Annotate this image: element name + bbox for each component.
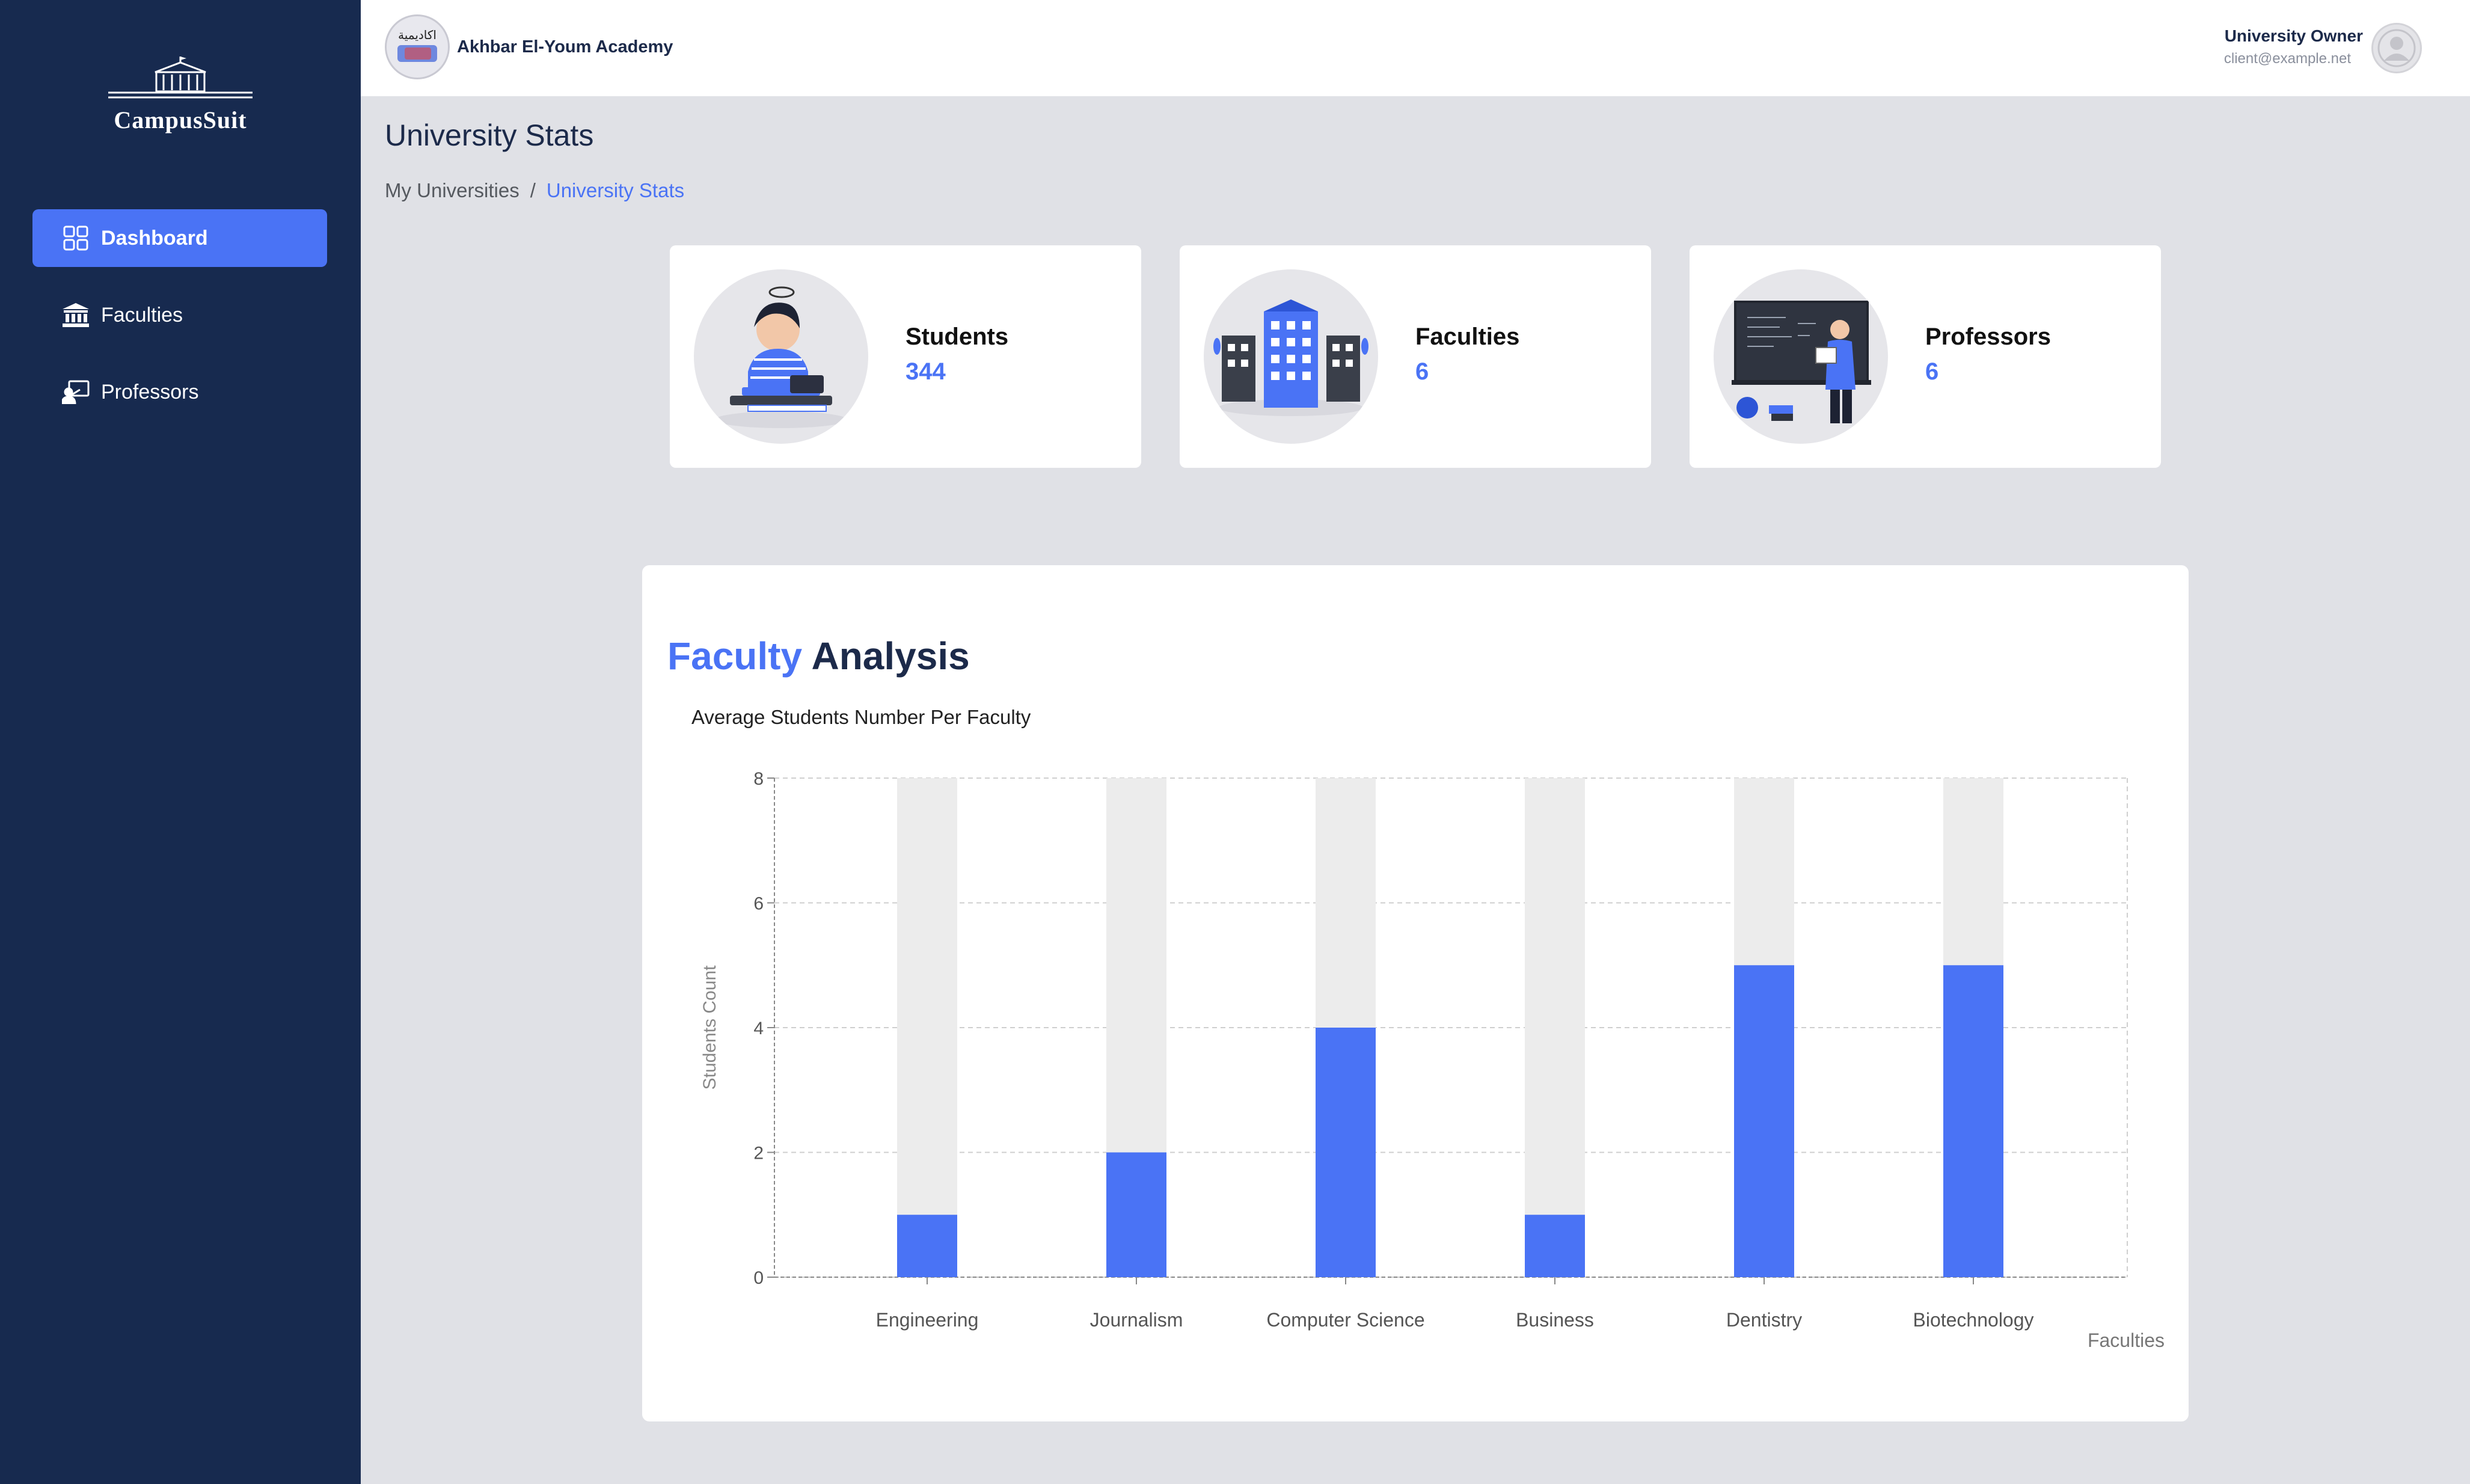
y-tick-label: 8 bbox=[753, 769, 764, 789]
bar bbox=[897, 1215, 957, 1277]
y-axis-label: Students Count bbox=[700, 965, 720, 1090]
brand-name: CampusSuit bbox=[114, 106, 247, 133]
bar bbox=[1525, 1215, 1585, 1277]
university-building-icon bbox=[108, 57, 253, 99]
stat-value: 6 bbox=[1925, 358, 1939, 385]
x-tick-label: Journalism bbox=[1090, 1309, 1183, 1331]
bar-chart[interactable]: 0 2 4 6 8 Students Count Faculties Engineering J… bbox=[642, 565, 2189, 1421]
user-avatar[interactable] bbox=[2371, 23, 2422, 73]
x-tick-label: Business bbox=[1516, 1309, 1594, 1331]
x-tick-label: Computer Science bbox=[1266, 1309, 1424, 1331]
avatar-icon bbox=[2377, 29, 2416, 67]
stat-label: Professors bbox=[1925, 323, 2051, 350]
logo-text: اكاديمية bbox=[398, 28, 437, 42]
y-tick-label: 2 bbox=[753, 1144, 764, 1164]
professor-illustration bbox=[1714, 269, 1888, 444]
stat-value: 344 bbox=[906, 358, 946, 385]
stat-label: Students bbox=[906, 323, 1009, 350]
student-illustration bbox=[694, 269, 868, 444]
faculty-analysis-card: Faculty Analysis Average Students Number… bbox=[642, 565, 2189, 1421]
x-axis-label: Faculties bbox=[2088, 1329, 2165, 1351]
sidebar-item-professors[interactable]: Professors bbox=[32, 363, 327, 421]
breadcrumb-separator: / bbox=[530, 179, 536, 201]
institution-icon bbox=[61, 301, 90, 330]
user-name: University Owner bbox=[2224, 26, 2363, 45]
sidebar-nav: Dashboard Faculties Professors bbox=[32, 209, 327, 440]
brand-logo[interactable]: CampusSuit bbox=[102, 55, 259, 140]
x-tick-label: Dentistry bbox=[1726, 1309, 1802, 1331]
breadcrumb-link-my-universities[interactable]: My Universities bbox=[385, 179, 519, 201]
bar bbox=[1106, 1152, 1166, 1277]
y-tick-label: 0 bbox=[753, 1268, 764, 1288]
bar-background bbox=[897, 778, 957, 1277]
university-logo[interactable]: اكاديمية bbox=[385, 14, 450, 79]
sidebar-item-faculties[interactable]: Faculties bbox=[32, 286, 327, 344]
professor-icon bbox=[61, 378, 90, 406]
x-tick-label: Biotechnology bbox=[1913, 1309, 2033, 1331]
stat-card-students: Students 344 bbox=[670, 245, 1141, 468]
stat-label: Faculties bbox=[1415, 323, 1520, 350]
sidebar-item-dashboard[interactable]: Dashboard bbox=[32, 209, 327, 267]
bar bbox=[1943, 965, 2003, 1277]
building-illustration bbox=[1204, 269, 1378, 444]
stat-card-professors: Professors 6 bbox=[1690, 245, 2161, 468]
top-header: اكاديمية Akhbar El-Youm Academy Universi… bbox=[361, 0, 2470, 96]
x-tick-label: Engineering bbox=[876, 1309, 979, 1331]
user-email: client@example.net bbox=[2223, 51, 2351, 67]
sidebar: CampusSuit Dashboard Faculties Professor… bbox=[0, 0, 361, 1484]
breadcrumb: My Universities / University Stats bbox=[385, 179, 684, 202]
university-name: Akhbar El-Youm Academy bbox=[457, 37, 673, 57]
grid-icon bbox=[61, 224, 90, 253]
page-title: University Stats bbox=[385, 118, 594, 152]
stat-card-faculties: Faculties 6 bbox=[1180, 245, 1651, 468]
bar-background bbox=[1525, 778, 1585, 1277]
stat-value: 6 bbox=[1415, 358, 1429, 385]
sidebar-item-label: Dashboard bbox=[101, 226, 208, 250]
bar bbox=[1734, 965, 1794, 1277]
bar bbox=[1316, 1028, 1376, 1277]
sidebar-item-label: Faculties bbox=[101, 303, 183, 327]
y-tick-label: 6 bbox=[753, 894, 764, 914]
y-tick-label: 4 bbox=[753, 1019, 764, 1038]
breadcrumb-current: University Stats bbox=[546, 179, 685, 201]
sidebar-item-label: Professors bbox=[101, 380, 199, 403]
